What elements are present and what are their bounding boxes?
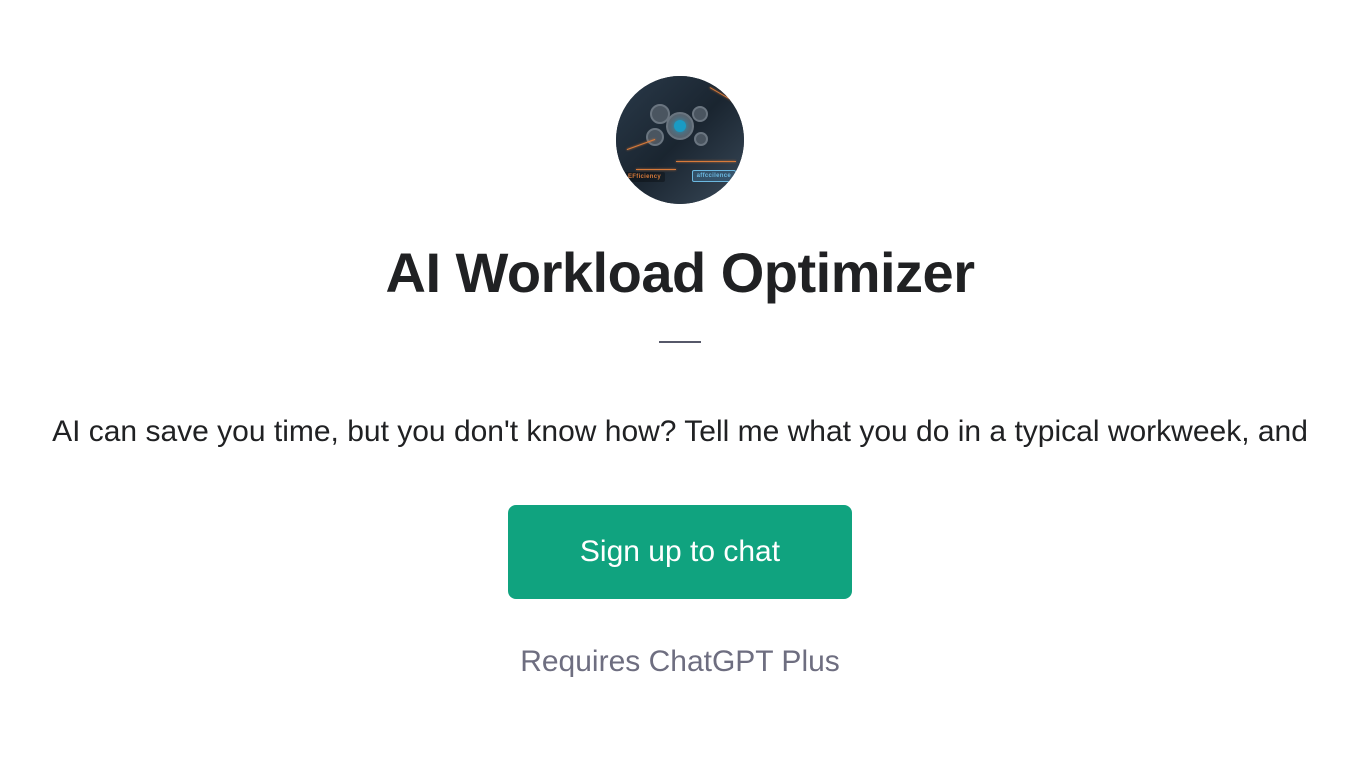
app-avatar: EFficiency affccilence xyxy=(616,76,744,204)
page-title: AI Workload Optimizer xyxy=(386,240,975,305)
avatar-badge-left: EFficiency xyxy=(624,172,665,182)
divider xyxy=(659,341,701,343)
avatar-image: EFficiency affccilence xyxy=(616,76,744,204)
description-text: AI can save you time, but you don't know… xyxy=(52,415,1308,449)
requires-label: Requires ChatGPT Plus xyxy=(520,645,840,679)
signup-button[interactable]: Sign up to chat xyxy=(508,505,852,599)
avatar-badge-right: affccilence xyxy=(692,170,736,182)
